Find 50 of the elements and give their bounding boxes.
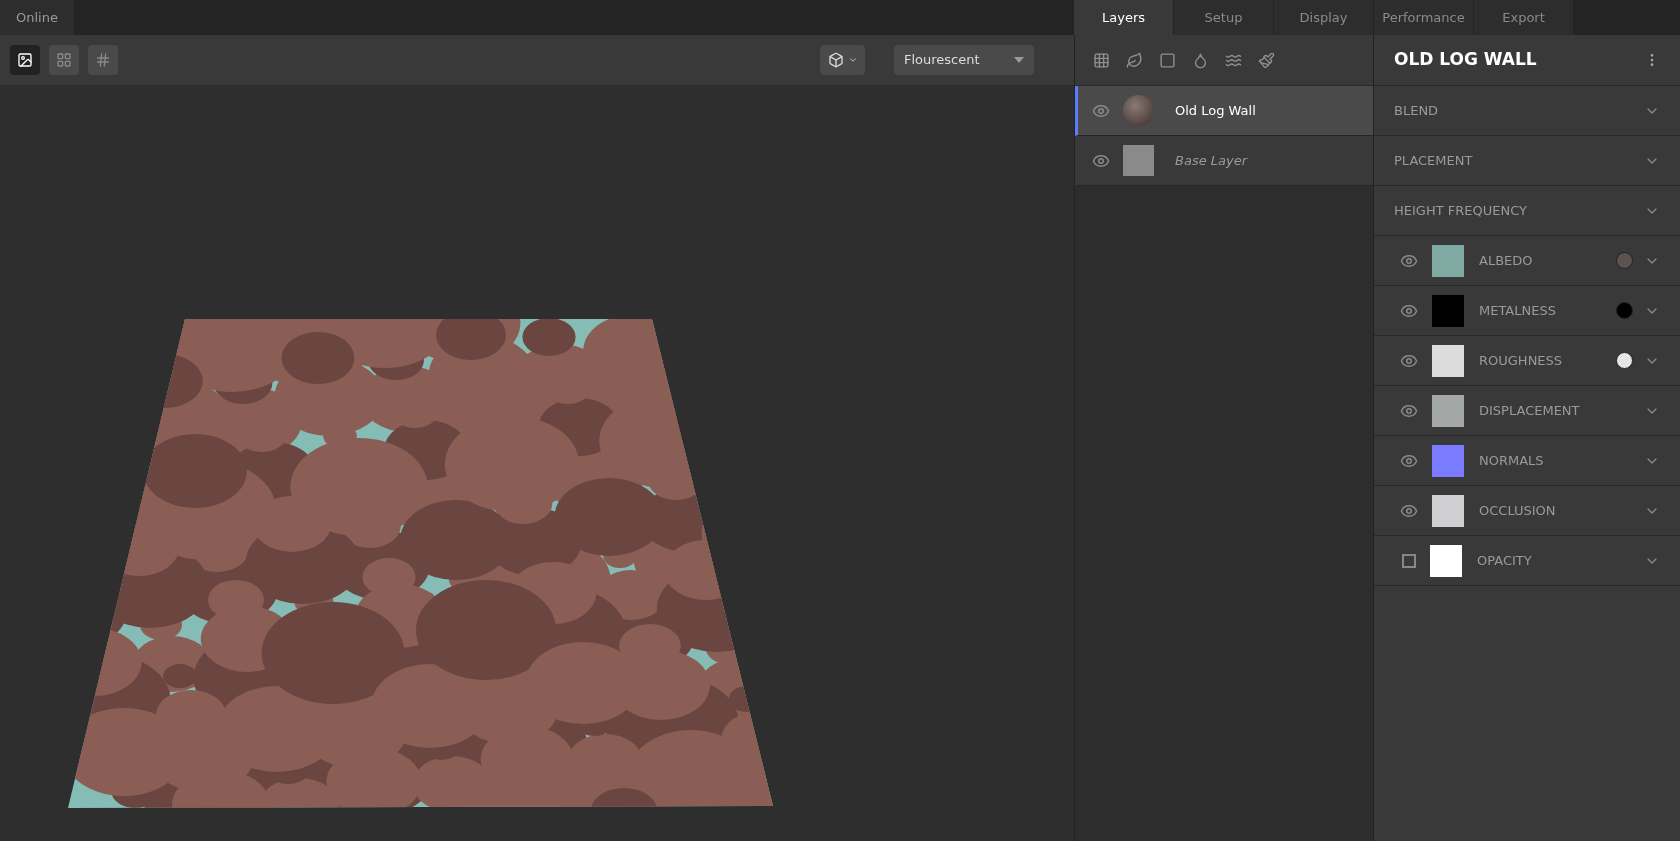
color-swatch[interactable] [1616, 252, 1633, 269]
layer-name: Base Layer [1175, 151, 1248, 170]
image-icon [17, 52, 33, 68]
texture-thumbnail [1432, 394, 1464, 427]
channel-label: DISPLACEMENT [1479, 401, 1581, 420]
paintbrush-icon[interactable] [1258, 51, 1275, 69]
texture-thumbnail [1430, 544, 1462, 577]
caret-icon [847, 55, 858, 65]
panel-title: OLD LOG WALL [1394, 48, 1537, 72]
tab[interactable]: Layers [1074, 0, 1173, 35]
droplet-icon[interactable] [1192, 51, 1209, 69]
tab[interactable]: Setup [1174, 0, 1273, 35]
section-header[interactable]: BLEND [1374, 86, 1680, 136]
layer-name: Old Log Wall [1175, 101, 1256, 120]
channel-label: ALBEDO [1479, 251, 1534, 270]
layer-thumbnail [1123, 145, 1154, 176]
channel-label: OCCLUSION [1479, 501, 1557, 520]
camera-button[interactable] [820, 45, 865, 75]
tab[interactable]: Export [1474, 0, 1573, 35]
texture-thumbnail [1432, 244, 1464, 277]
cube-icon [827, 52, 844, 68]
hash-view-button[interactable] [88, 45, 118, 75]
layer-row[interactable]: Old Log Wall [1075, 86, 1373, 136]
tab[interactable]: Performance [1374, 0, 1473, 35]
layer-row[interactable]: Base Layer [1075, 136, 1373, 186]
tab[interactable]: Display [1274, 0, 1373, 35]
tab[interactable]: Online [0, 0, 74, 35]
section-header[interactable]: PLACEMENT [1374, 136, 1680, 186]
color-swatch[interactable] [1616, 352, 1633, 369]
grid-icon [56, 52, 72, 68]
leaf-icon[interactable] [1126, 51, 1143, 69]
caret-icon [1014, 57, 1024, 63]
hash-icon [95, 52, 111, 68]
texture-thumbnail [1432, 294, 1464, 327]
environment-dropdown[interactable]: Flourescent [894, 45, 1034, 75]
section-header[interactable]: HEIGHT FREQUENCY [1374, 186, 1680, 236]
channel-label: METALNESS [1479, 301, 1557, 320]
grid-view-button[interactable] [49, 45, 79, 75]
material-thumbnail [1123, 95, 1154, 126]
channel-label: OPACITY [1477, 551, 1533, 570]
color-swatch[interactable] [1616, 302, 1633, 319]
channel-label: ROUGHNESS [1479, 351, 1564, 370]
square-icon[interactable] [1159, 51, 1176, 69]
grid-icon[interactable] [1093, 51, 1110, 69]
texture-thumbnail [1432, 344, 1464, 377]
texture-thumbnail [1432, 494, 1464, 527]
checkbox[interactable] [1402, 553, 1416, 568]
image-view-button[interactable] [10, 45, 40, 75]
texture-thumbnail [1432, 444, 1464, 477]
channel-label: NORMALS [1479, 451, 1545, 470]
